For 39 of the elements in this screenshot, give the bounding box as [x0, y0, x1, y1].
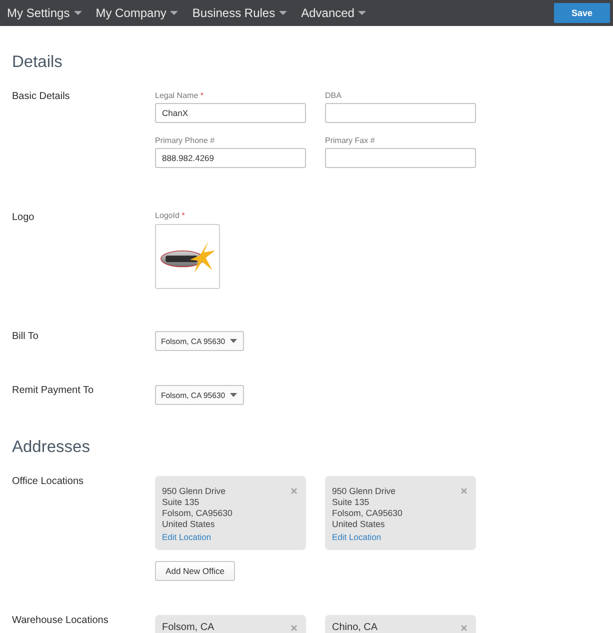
- address-text: 950 Glenn Drive Suite 135 Folsom, CA95630 United States: [332, 486, 402, 530]
- row-label: Bill To: [12, 331, 40, 344]
- logo-drawing: [160, 240, 216, 274]
- row-label: Warehouse Locations: [12, 615, 110, 628]
- location-name: Chino, CA: [332, 622, 378, 633]
- close-icon[interactable]: [461, 488, 467, 494]
- address-text: 950 Glenn Drive Suite 135 Folsom, CA95630 United States: [162, 486, 232, 530]
- text-field[interactable]: ChanX: [155, 103, 306, 123]
- nav-menu[interactable]: Business Rules: [185, 0, 294, 26]
- caret-icon: [358, 11, 366, 15]
- logo-frame[interactable]: [155, 224, 220, 289]
- row-label: Logo: [12, 211, 36, 225]
- row-label: Office Locations: [12, 476, 85, 489]
- field-label: Primary Phone #: [155, 136, 216, 146]
- close-icon[interactable]: [461, 625, 467, 631]
- nav-menu[interactable]: My Settings: [0, 0, 89, 26]
- text-field[interactable]: [325, 148, 476, 168]
- section-heading: Details: [12, 52, 64, 72]
- caret-icon: [170, 11, 178, 15]
- caret-icon: [279, 11, 288, 15]
- caret-icon: [230, 339, 237, 343]
- field-label: Primary Fax #: [325, 136, 376, 146]
- nav-menu[interactable]: My Company: [88, 0, 186, 26]
- save-button[interactable]: Save: [554, 3, 610, 23]
- nav-menu[interactable]: Advanced: [294, 0, 374, 26]
- text-field[interactable]: 888.982.4269: [155, 148, 306, 168]
- close-icon[interactable]: [291, 625, 297, 631]
- location-name: Folsom, CA: [162, 622, 214, 633]
- field-label: Legal Name *: [155, 91, 204, 101]
- row-label: Basic Details: [12, 91, 71, 104]
- close-icon[interactable]: [291, 488, 297, 494]
- text-field[interactable]: [325, 103, 476, 123]
- row-label: Remit Payment To: [12, 385, 95, 398]
- field-label: DBA: [325, 91, 342, 101]
- section-heading: Addresses: [12, 437, 91, 457]
- caret-icon: [74, 11, 82, 15]
- add-office-button[interactable]: Add New Office: [155, 561, 235, 581]
- caret-icon: [230, 393, 237, 397]
- field-label: LogoId *: [155, 211, 186, 221]
